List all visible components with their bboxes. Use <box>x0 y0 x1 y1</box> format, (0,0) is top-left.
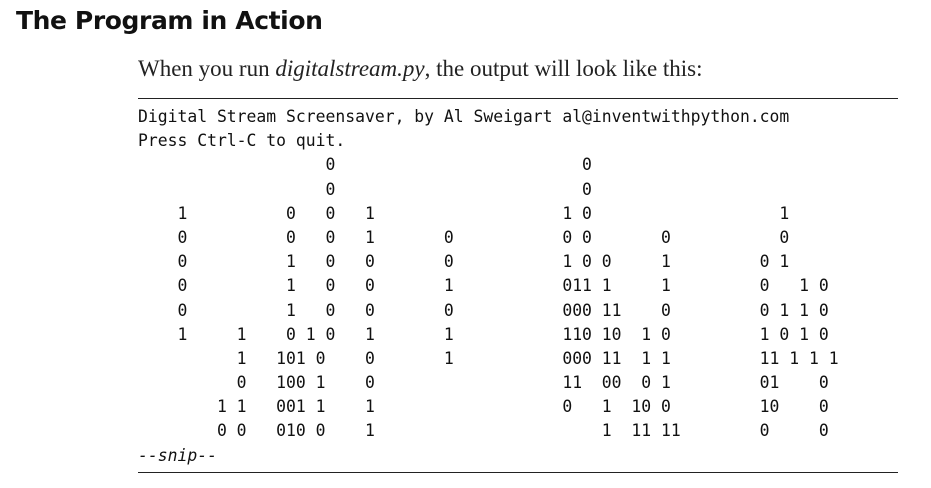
snip-marker: --snip-- <box>138 445 217 465</box>
code-bottom-rule <box>138 472 898 473</box>
output-line: 0 1 0 0 1 011 1 1 0 1 0 <box>138 276 829 296</box>
program-filename: digitalstream.py <box>275 56 425 81</box>
code-top-rule <box>138 98 898 99</box>
program-output: Digital Stream Screensaver, by Al Sweiga… <box>138 105 839 468</box>
intro-prefix: When you run <box>138 56 276 81</box>
output-line: 0 1 0 0 0 1 0 0 1 0 1 <box>138 252 790 272</box>
output-line: 0 0 <box>138 179 592 199</box>
output-line: 0 1 0 0 0 000 11 0 0 1 1 0 <box>138 300 829 320</box>
output-line: 0 0 010 0 1 1 11 11 0 0 <box>138 421 829 441</box>
output-line: 1 101 0 0 1 000 11 1 1 11 1 1 1 <box>138 348 839 368</box>
output-line: Digital Stream Screensaver, by Al Sweiga… <box>138 107 790 126</box>
output-line: Press Ctrl-C to quit. <box>138 131 346 151</box>
intro-suffix: , the output will look like this: <box>424 56 703 81</box>
output-line: 1 0 0 1 1 0 1 <box>138 203 790 223</box>
output-line: 0 0 0 1 0 0 0 0 0 <box>138 227 790 247</box>
output-line: 1 1 0 1 0 1 1 110 10 1 0 1 0 1 0 <box>138 324 829 344</box>
intro-paragraph: When you run digitalstream.py, the outpu… <box>138 56 703 82</box>
output-line: 1 1 001 1 1 0 1 10 0 10 0 <box>138 397 829 417</box>
section-heading: The Program in Action <box>16 6 323 35</box>
output-line: 0 0 <box>138 155 592 175</box>
output-line: 0 100 1 0 11 00 0 1 01 0 <box>138 373 829 393</box>
